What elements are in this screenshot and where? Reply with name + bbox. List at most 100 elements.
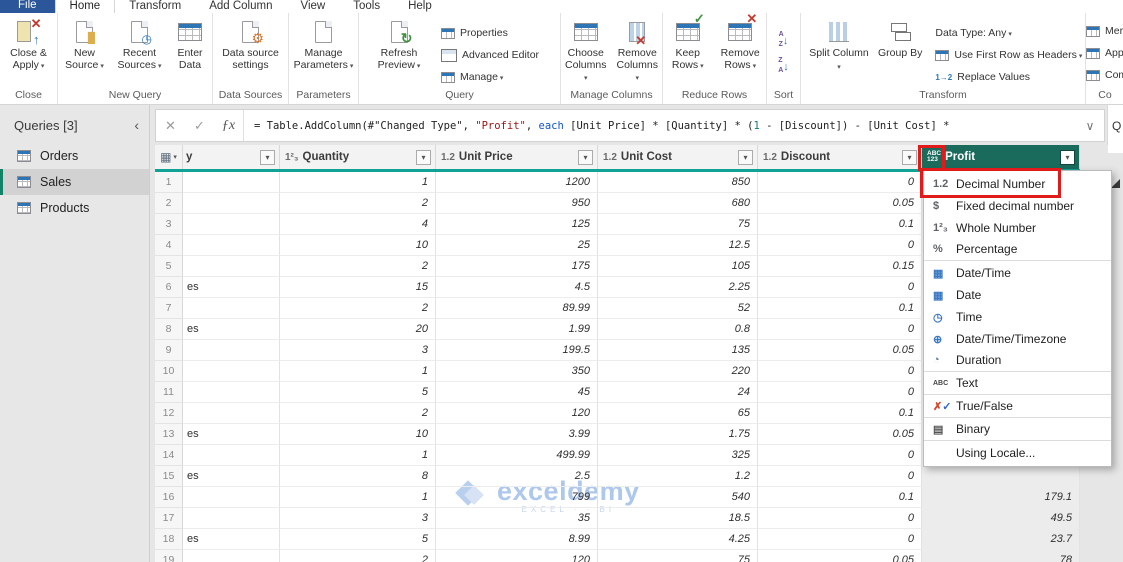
any-type-icon[interactable]: ABC 123 bbox=[927, 150, 941, 164]
row-number[interactable]: 18 bbox=[155, 529, 183, 550]
query-item-orders[interactable]: Orders bbox=[0, 143, 149, 169]
table-cell[interactable]: 0 bbox=[758, 508, 922, 529]
formula-input[interactable]: = Table.AddColumn(#"Changed Type", "Prof… bbox=[244, 120, 1076, 132]
table-cell[interactable]: 350 bbox=[436, 361, 598, 382]
table-cell[interactable]: 2 bbox=[280, 550, 436, 562]
table-cell[interactable]: 850 bbox=[598, 172, 758, 193]
table-cell[interactable]: 0.1 bbox=[758, 487, 922, 508]
collapse-pane-icon[interactable]: ‹ bbox=[134, 117, 139, 133]
table-cell[interactable]: es bbox=[183, 277, 280, 298]
filter-icon[interactable] bbox=[260, 149, 275, 165]
column-header-discount[interactable]: 1.2 Discount bbox=[758, 145, 922, 169]
table-cell[interactable] bbox=[183, 172, 280, 193]
menu-item-percentage[interactable]: % Percentage bbox=[924, 239, 1111, 261]
menu-item-time[interactable]: ◷ Time bbox=[924, 306, 1111, 328]
table-cell[interactable]: 1200 bbox=[436, 172, 598, 193]
table-cell[interactable]: 89.99 bbox=[436, 298, 598, 319]
table-cell[interactable]: 0 bbox=[758, 529, 922, 550]
menu-item-date-time-timezone[interactable]: ⊕ Date/Time/Timezone bbox=[924, 328, 1111, 350]
table-cell[interactable]: 0.1 bbox=[758, 403, 922, 424]
table-cell[interactable]: 1 bbox=[280, 361, 436, 382]
table-cell[interactable]: 45 bbox=[436, 382, 598, 403]
table-cell[interactable]: 23.7 bbox=[922, 529, 1080, 550]
table-cell[interactable]: 65 bbox=[598, 403, 758, 424]
menu-item-using-locale[interactable]: Using Locale... bbox=[924, 442, 1111, 464]
row-number[interactable]: 9 bbox=[155, 340, 183, 361]
table-cell[interactable]: 1 bbox=[280, 172, 436, 193]
tab-tools[interactable]: Tools bbox=[339, 0, 394, 13]
table-cell[interactable]: 2.5 bbox=[436, 466, 598, 487]
table-cell[interactable] bbox=[183, 193, 280, 214]
choose-columns-button[interactable]: Choose Columns bbox=[561, 17, 611, 87]
enter-data-button[interactable]: Enter Data bbox=[168, 17, 212, 73]
table-cell[interactable]: es bbox=[183, 319, 280, 340]
table-cell[interactable]: 0.1 bbox=[758, 298, 922, 319]
menu-item-date[interactable]: ▦ Date bbox=[924, 284, 1111, 306]
table-cell[interactable]: 8.99 bbox=[436, 529, 598, 550]
tab-view[interactable]: View bbox=[287, 0, 340, 13]
table-cell[interactable] bbox=[183, 445, 280, 466]
table-cell[interactable]: 0.05 bbox=[758, 193, 922, 214]
table-cell[interactable]: 799 bbox=[436, 487, 598, 508]
table-cell[interactable]: 75 bbox=[598, 550, 758, 562]
table-cell[interactable]: 199.5 bbox=[436, 340, 598, 361]
table-cell[interactable]: 75 bbox=[598, 214, 758, 235]
table-cell[interactable]: es bbox=[183, 424, 280, 445]
row-number[interactable]: 10 bbox=[155, 361, 183, 382]
table-cell[interactable]: es bbox=[183, 529, 280, 550]
row-number[interactable]: 14 bbox=[155, 445, 183, 466]
table-cell[interactable]: 2.25 bbox=[598, 277, 758, 298]
advanced-editor-button[interactable]: Advanced Editor bbox=[441, 46, 539, 64]
table-cell[interactable]: 10 bbox=[280, 235, 436, 256]
row-number[interactable]: 13 bbox=[155, 424, 183, 445]
row-number[interactable]: 8 bbox=[155, 319, 183, 340]
column-header-quantity[interactable]: 1²₃ Quantity bbox=[280, 145, 436, 169]
table-cell[interactable]: 2 bbox=[280, 298, 436, 319]
table-cell[interactable]: 15 bbox=[280, 277, 436, 298]
column-header-unit-cost[interactable]: 1.2 Unit Cost bbox=[598, 145, 758, 169]
table-cell[interactable]: 175 bbox=[436, 256, 598, 277]
table-cell[interactable]: 1.99 bbox=[436, 319, 598, 340]
combine-files-button[interactable]: Comb bbox=[1086, 66, 1123, 84]
row-number[interactable]: 4 bbox=[155, 235, 183, 256]
row-number[interactable]: 11 bbox=[155, 382, 183, 403]
row-number[interactable]: 17 bbox=[155, 508, 183, 529]
split-column-button[interactable]: Split Column bbox=[805, 17, 873, 75]
merge-queries-button[interactable]: Merg bbox=[1086, 22, 1123, 40]
table-cell[interactable]: 2 bbox=[280, 193, 436, 214]
query-item-sales[interactable]: Sales bbox=[0, 169, 149, 195]
table-cell[interactable] bbox=[183, 550, 280, 562]
sort-ascending-button[interactable] bbox=[775, 30, 793, 50]
cancel-formula-icon[interactable] bbox=[156, 110, 185, 141]
new-source-button[interactable]: New Source bbox=[58, 17, 111, 74]
expand-pane-icon[interactable] bbox=[1111, 179, 1120, 188]
table-cell[interactable]: 5 bbox=[280, 382, 436, 403]
table-cell[interactable]: 8 bbox=[280, 466, 436, 487]
tab-file[interactable]: File bbox=[0, 0, 55, 13]
table-cell[interactable] bbox=[183, 403, 280, 424]
tab-add-column[interactable]: Add Column bbox=[195, 0, 286, 13]
row-number[interactable]: 2 bbox=[155, 193, 183, 214]
remove-rows-button[interactable]: Remove Rows bbox=[714, 13, 766, 74]
table-cell[interactable]: 18.5 bbox=[598, 508, 758, 529]
menu-item-fixed-decimal-number[interactable]: $ Fixed decimal number bbox=[924, 195, 1111, 217]
data-type-button[interactable]: Data Type: Any bbox=[935, 24, 1082, 42]
table-cell[interactable]: 4 bbox=[280, 214, 436, 235]
table-cell[interactable]: 0.05 bbox=[758, 340, 922, 361]
table-cell[interactable]: 0.05 bbox=[758, 550, 922, 562]
table-cell[interactable]: 24 bbox=[598, 382, 758, 403]
table-cell[interactable]: 25 bbox=[436, 235, 598, 256]
tab-help[interactable]: Help bbox=[394, 0, 446, 13]
table-cell[interactable]: 1.75 bbox=[598, 424, 758, 445]
table-cell[interactable]: 220 bbox=[598, 361, 758, 382]
row-number[interactable]: 3 bbox=[155, 214, 183, 235]
table-cell[interactable]: 680 bbox=[598, 193, 758, 214]
table-cell[interactable] bbox=[922, 466, 1080, 487]
table-cell[interactable]: 0.15 bbox=[758, 256, 922, 277]
row-number[interactable]: 12 bbox=[155, 403, 183, 424]
table-cell[interactable]: 3 bbox=[280, 508, 436, 529]
table-cell[interactable]: 3.99 bbox=[436, 424, 598, 445]
row-number[interactable]: 5 bbox=[155, 256, 183, 277]
table-cell[interactable] bbox=[183, 340, 280, 361]
sort-descending-button[interactable] bbox=[774, 56, 793, 76]
